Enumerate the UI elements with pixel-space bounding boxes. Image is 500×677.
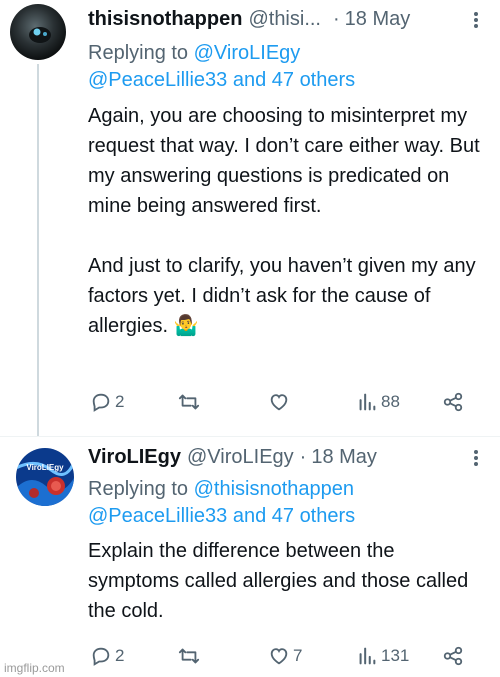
reply-icon	[92, 393, 110, 412]
avatar-viroliegy[interactable]: ViroLIEgy	[16, 448, 74, 506]
views-button[interactable]: 88	[356, 387, 400, 417]
avatar-thisisnothappen[interactable]	[10, 4, 66, 60]
reply-button[interactable]: 2	[90, 387, 124, 417]
separator-dot: ·	[299, 446, 307, 468]
like-button[interactable]	[268, 387, 293, 417]
views-icon	[359, 647, 376, 665]
tweet-1[interactable]: thisisnothappen @thisi... · 18 May Reply…	[0, 0, 500, 440]
tweet-body: Again, you are choosing to misinterpret …	[88, 101, 486, 341]
more-options-icon[interactable]	[466, 10, 486, 28]
like-count: 7	[293, 646, 303, 665]
reply-count: 2	[115, 646, 125, 665]
more-options-icon[interactable]	[466, 448, 486, 466]
replying-to-others-link[interactable]: @PeaceLillie33 and 47 others	[88, 69, 355, 91]
reply-count: 2	[115, 392, 125, 411]
like-icon	[270, 648, 288, 665]
tweet-paragraph: Again, you are choosing to misinterpret …	[88, 105, 480, 217]
retweet-button[interactable]	[178, 387, 203, 417]
replying-to-link[interactable]: @thisisnothappen	[194, 478, 354, 500]
user-handle[interactable]: @ViroLIEgy	[187, 444, 294, 470]
retweet-button[interactable]	[178, 641, 203, 671]
tweet-2[interactable]: ViroLIEgy ViroLIEgy @ViroLIEgy · 18 May …	[0, 436, 500, 677]
user-handle[interactable]: @thisi...	[248, 6, 321, 32]
views-icon	[359, 393, 376, 411]
reply-button[interactable]: 2	[90, 641, 124, 671]
tweet-body: Explain the difference between the sympt…	[88, 536, 486, 626]
tweet-paragraph: Explain the difference between the sympt…	[88, 540, 469, 622]
share-icon	[443, 392, 463, 412]
replying-to-label: Replying to	[88, 478, 189, 500]
separator-dot: ·	[333, 8, 340, 30]
share-button[interactable]	[442, 641, 464, 671]
replying-to-others-link[interactable]: @PeaceLillie33 and 47 others	[88, 505, 355, 527]
imgflip-watermark: imgflip.com	[4, 661, 65, 675]
retweet-icon	[178, 648, 200, 664]
reply-icon	[92, 647, 110, 666]
display-name[interactable]: ViroLIEgy	[88, 444, 181, 470]
share-icon	[443, 646, 463, 666]
views-button[interactable]: 131	[356, 641, 409, 671]
views-count: 131	[381, 646, 410, 665]
avatar-logo-text: ViroLIEgy	[26, 463, 64, 472]
share-button[interactable]	[442, 387, 464, 417]
like-button[interactable]: 7	[268, 641, 302, 671]
retweet-icon	[178, 394, 200, 410]
tweet-paragraph: And just to clarify, you haven’t given m…	[88, 255, 476, 337]
like-icon	[270, 394, 288, 411]
tweet-date[interactable]: 18 May	[311, 444, 377, 470]
display-name[interactable]: thisisnothappen	[88, 6, 242, 32]
replying-to-link[interactable]: @ViroLIEgy	[194, 42, 301, 64]
views-count: 88	[381, 392, 400, 411]
tweet-date[interactable]: 18 May	[345, 6, 411, 32]
replying-to-label: Replying to	[88, 42, 189, 64]
